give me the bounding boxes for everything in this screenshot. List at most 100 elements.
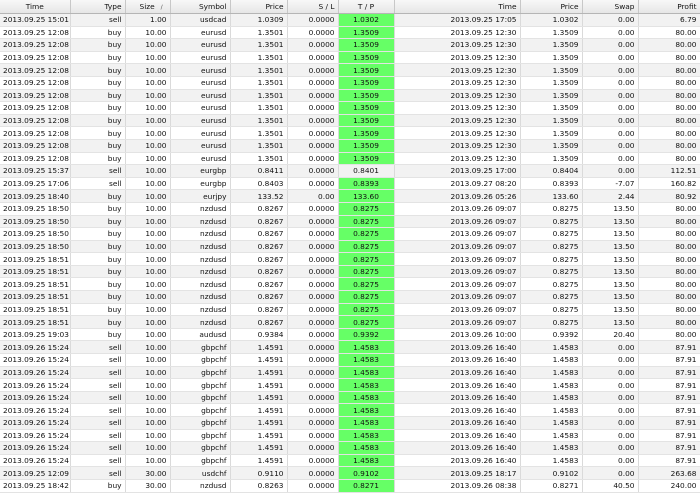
- cell-profit: 263.68: [638, 466, 700, 480]
- cell-profit: 80.00: [638, 139, 700, 153]
- table-row[interactable]: 2013.09.26 15:24 sell 10.00 gbpchf 1.4591 0.0…: [0, 391, 700, 405]
- table-row[interactable]: 2013.09.25 18:51 buy 10.00 nzdusd 0.8267 0.00…: [0, 303, 700, 317]
- cell-close-price: 0.8393: [520, 177, 583, 191]
- cell-open-time: 2013.09.25 18:50: [0, 227, 71, 241]
- cell-stop-loss: 0.0000: [287, 89, 339, 103]
- table-row[interactable]: 2013.09.25 18:51 buy 10.00 nzdusd 0.8267 0.00…: [0, 315, 700, 329]
- column-header-swap-label: Swap: [614, 2, 635, 11]
- cell-swap: 0.00: [582, 416, 639, 430]
- cell-symbol: usdchf: [170, 466, 231, 480]
- table-row[interactable]: 2013.09.25 12:08 buy 10.00 eurusd 1.3501 0.00…: [0, 152, 700, 166]
- cell-swap: 13.50: [582, 290, 639, 304]
- table-row[interactable]: 2013.09.25 12:08 buy 10.00 eurusd 1.3501 0.00…: [0, 114, 700, 128]
- table-row[interactable]: 2013.09.25 18:51 buy 10.00 nzdusd 0.8267 0.00…: [0, 265, 700, 279]
- cell-close-time: 2013.09.26 16:40: [394, 416, 521, 430]
- cell-open-time: 2013.09.25 15:01: [0, 13, 71, 27]
- table-row[interactable]: 2013.09.25 12:08 buy 10.00 eurusd 1.3501 0.00…: [0, 51, 700, 65]
- cell-swap: 0.00: [582, 353, 639, 367]
- table-row[interactable]: 2013.09.25 12:08 buy 10.00 eurusd 1.3501 0.00…: [0, 26, 700, 40]
- cell-close-price: 0.8275: [520, 227, 583, 241]
- table-row[interactable]: 2013.09.26 15:24 sell 10.00 gbpchf 1.4591 0.0…: [0, 366, 700, 380]
- cell-take-profit: 0.8401: [338, 164, 395, 178]
- cell-close-price: 0.8275: [520, 303, 583, 317]
- cell-open-price: 1.3501: [230, 114, 288, 128]
- column-header-time[interactable]: Time: [0, 0, 71, 14]
- table-row[interactable]: 2013.09.25 18:40 buy 10.00 eurjpy 133.52 0.00…: [0, 189, 700, 203]
- cell-type: sell: [70, 340, 126, 355]
- table-row[interactable]: 2013.09.26 15:24 sell 10.00 gbpchf 1.4591 0.0…: [0, 429, 700, 443]
- cell-type: sell: [70, 13, 126, 27]
- cell-take-profit: 1.3509: [338, 63, 395, 77]
- cell-profit: 80.00: [638, 277, 700, 292]
- cell-symbol: eurusd: [170, 114, 231, 128]
- table-row[interactable]: 2013.09.25 12:08 buy 10.00 eurusd 1.3501 0.00…: [0, 63, 700, 77]
- table-row[interactable]: 2013.09.25 12:09 sell 30.00 usdchf 0.9110 0.0…: [0, 466, 700, 480]
- column-header-symbol[interactable]: Symbol: [170, 0, 231, 14]
- cell-swap: 0.00: [582, 126, 639, 140]
- cell-profit: 80.00: [638, 240, 700, 254]
- column-header-type[interactable]: Type: [70, 0, 126, 14]
- table-row[interactable]: 2013.09.26 15:24 sell 10.00 gbpchf 1.4591 0.0…: [0, 441, 700, 455]
- table-row[interactable]: 2013.09.26 15:24 sell 10.00 gbpchf 1.4591 0.0…: [0, 378, 700, 392]
- table-row[interactable]: 2013.09.25 12:08 buy 10.00 eurusd 1.3501 0.00…: [0, 139, 700, 153]
- cell-take-profit: 0.8275: [338, 290, 395, 304]
- column-header-size[interactable]: Size ∕: [125, 0, 171, 14]
- table-row[interactable]: 2013.09.25 12:08 buy 10.00 eurusd 1.3501 0.00…: [0, 126, 700, 140]
- cell-stop-loss: 0.0000: [287, 177, 339, 191]
- table-header: Time Type Size ∕ Symbol Price S / L T / P…: [0, 0, 700, 14]
- column-header-swap[interactable]: Swap: [582, 0, 639, 14]
- cell-open-price: 1.4591: [230, 378, 288, 392]
- cell-open-price: 0.8267: [230, 252, 288, 266]
- table-row[interactable]: 2013.09.25 18:51 buy 10.00 nzdusd 0.8267 0.00…: [0, 277, 700, 292]
- table-row[interactable]: 2013.09.25 18:42 buy 30.00 nzdusd 0.8263 0.00…: [0, 479, 700, 493]
- column-header-close-time[interactable]: Time: [394, 0, 521, 14]
- cell-close-time: 2013.09.25 12:30: [394, 126, 521, 140]
- table-row[interactable]: 2013.09.25 18:50 buy 10.00 nzdusd 0.8267 0.00…: [0, 202, 700, 216]
- table-row[interactable]: 2013.09.25 12:08 buy 10.00 eurusd 1.3501 0.00…: [0, 89, 700, 103]
- table-row[interactable]: 2013.09.26 15:24 sell 10.00 gbpchf 1.4591 0.0…: [0, 353, 700, 367]
- table-row[interactable]: 2013.09.25 17:06 sell 10.00 eurgbp 0.8403 0.0…: [0, 177, 700, 191]
- column-header-sl[interactable]: S / L: [287, 0, 339, 14]
- cell-swap: 13.50: [582, 277, 639, 292]
- table-row[interactable]: 2013.09.25 15:01 sell 1.00 usdcad 1.0309 0.00…: [0, 13, 700, 27]
- table-row[interactable]: 2013.09.26 15:24 sell 10.00 gbpchf 1.4591 0.0…: [0, 454, 700, 468]
- cell-profit: 80.00: [638, 328, 700, 342]
- table-row[interactable]: 2013.09.25 19:03 buy 10.00 audusd 0.9384 0.00…: [0, 328, 700, 342]
- table-row[interactable]: 2013.09.26 15:24 sell 10.00 gbpchf 1.4591 0.0…: [0, 403, 700, 417]
- table-row[interactable]: 2013.09.26 15:24 sell 10.00 gbpchf 1.4591 0.0…: [0, 340, 700, 355]
- cell-size: 10.00: [125, 328, 171, 342]
- cell-type: sell: [70, 391, 126, 405]
- table-row[interactable]: 2013.09.25 15:37 sell 10.00 eurgbp 0.8411 0.0…: [0, 164, 700, 178]
- table-row[interactable]: 2013.09.25 12:08 buy 10.00 eurusd 1.3501 0.00…: [0, 38, 700, 52]
- cell-type: buy: [70, 139, 126, 153]
- cell-close-price: 0.8275: [520, 277, 583, 292]
- cell-take-profit: 0.8275: [338, 315, 395, 329]
- column-header-tp[interactable]: T / P: [338, 0, 395, 14]
- cell-swap: 0.00: [582, 152, 639, 166]
- table-row[interactable]: 2013.09.25 12:08 buy 10.00 eurusd 1.3501 0.00…: [0, 101, 700, 115]
- cell-size: 1.00: [125, 13, 171, 27]
- column-header-close-price[interactable]: Price: [520, 0, 583, 14]
- cell-open-price: 0.9384: [230, 328, 288, 342]
- cell-size: 10.00: [125, 152, 171, 166]
- table-row[interactable]: 2013.09.25 18:51 buy 10.00 nzdusd 0.8267 0.00…: [0, 252, 700, 266]
- cell-stop-loss: 0.0000: [287, 403, 339, 417]
- cell-stop-loss: 0.0000: [287, 315, 339, 329]
- cell-stop-loss: 0.0000: [287, 26, 339, 40]
- table-row[interactable]: 2013.09.25 18:50 buy 10.00 nzdusd 0.8267 0.00…: [0, 215, 700, 229]
- table-row[interactable]: 2013.09.25 12:08 buy 10.00 eurusd 1.3501 0.00…: [0, 76, 700, 90]
- table-row[interactable]: 2013.09.26 15:24 sell 10.00 gbpchf 1.4591 0.0…: [0, 416, 700, 430]
- cell-open-price: 0.8267: [230, 227, 288, 241]
- cell-type: sell: [70, 416, 126, 430]
- cell-open-price: 133.52: [230, 189, 288, 203]
- cell-symbol: gbpchf: [170, 340, 231, 355]
- table-row[interactable]: 2013.09.25 18:50 buy 10.00 nzdusd 0.8267 0.00…: [0, 240, 700, 254]
- cell-swap: 13.50: [582, 252, 639, 266]
- column-header-price[interactable]: Price: [230, 0, 288, 14]
- column-header-profit[interactable]: Profit: [638, 0, 700, 14]
- cell-symbol: audusd: [170, 328, 231, 342]
- cell-take-profit: 133.60: [338, 189, 395, 203]
- table-row[interactable]: 2013.09.25 18:51 buy 10.00 nzdusd 0.8267 0.00…: [0, 290, 700, 304]
- cell-profit: 87.91: [638, 378, 700, 392]
- table-row[interactable]: 2013.09.25 18:50 buy 10.00 nzdusd 0.8267 0.00…: [0, 227, 700, 241]
